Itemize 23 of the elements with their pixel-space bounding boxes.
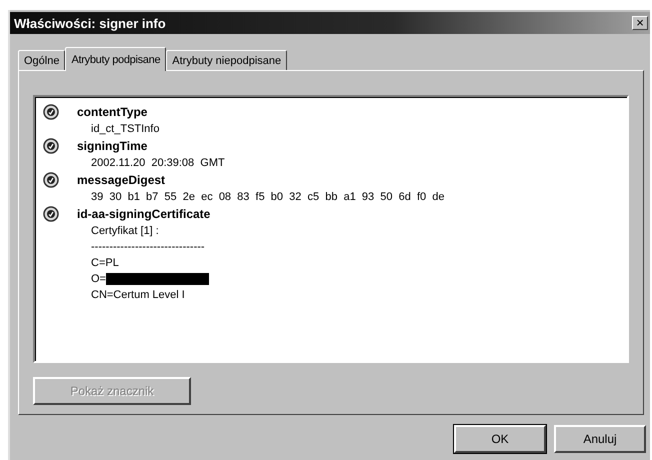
attribute-value: CN=Certum Level I <box>91 289 185 301</box>
attribute-icon <box>43 206 59 222</box>
attribute-icon <box>43 138 59 154</box>
attribute-value: ------------------------------- <box>91 241 205 253</box>
tab[interactable]: Atrybuty podpisane <box>65 47 166 71</box>
attribute-name: id-aa-signingCertificate <box>77 207 210 221</box>
cancel-button[interactable]: Anuluj <box>554 425 646 453</box>
tab[interactable]: Atrybuty niepodpisane <box>166 50 288 70</box>
close-button[interactable]: × <box>632 16 648 30</box>
attribute-icon <box>43 104 59 120</box>
attribute-value: 2002.11.20 20:39:08 GMT <box>91 157 225 169</box>
ok-button[interactable]: OK <box>454 425 546 453</box>
attribute-name: contentType <box>77 105 148 119</box>
attribute-value: O= <box>91 273 106 285</box>
attribute-value: id_ct_TSTInfo <box>91 123 160 135</box>
attribute-name: messageDigest <box>77 173 166 187</box>
attribute-value: 39 30 b1 b7 55 2e ec 08 83 f5 b0 32 c5 bb a1 93 50 6d f0 de <box>91 191 444 203</box>
attribute-name: signingTime <box>77 139 148 153</box>
attribute-icon <box>43 172 59 188</box>
attribute-value: Certyfikat [1] : <box>91 225 159 237</box>
tab[interactable]: Ogólne <box>18 50 66 70</box>
window-title: Właściwości: signer info <box>14 16 167 30</box>
attribute-value: C=PL <box>91 257 119 269</box>
